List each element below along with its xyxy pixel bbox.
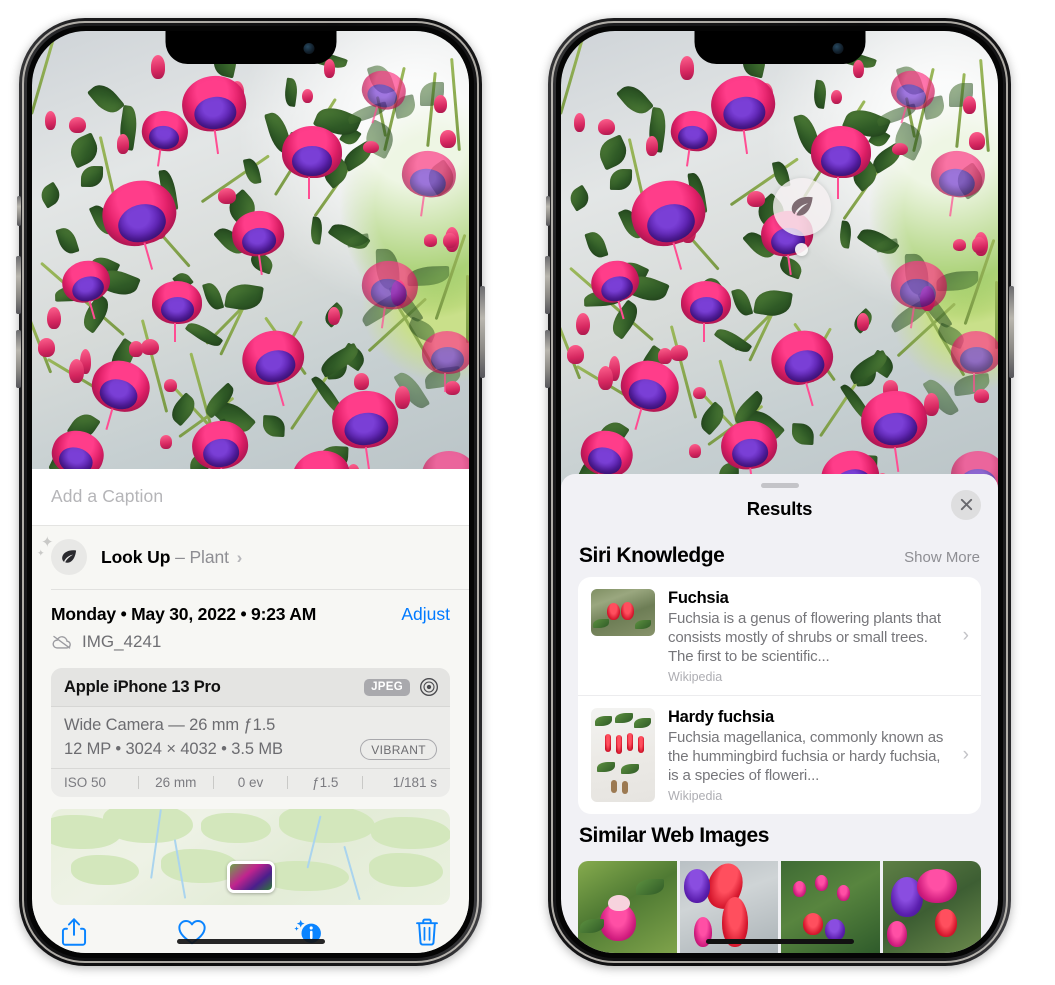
date-block: Monday • May 30, 2022 • 9:23 AM Adjust I… [32, 590, 469, 663]
visual-look-up-badge[interactable] [773, 178, 831, 236]
similar-image-thumbnail[interactable] [882, 861, 981, 953]
results-title: Results [746, 497, 813, 519]
exif-stat: 0 ev [237, 775, 264, 790]
photo-viewer-right[interactable] [561, 31, 998, 501]
close-icon [960, 499, 972, 511]
knowledge-result-row[interactable]: Fuchsia Fuchsia is a genus of flowering … [578, 577, 981, 695]
look-up-row[interactable]: ✦ ✦ Look Up – Plant › [32, 526, 469, 589]
exif-lens-line: Wide Camera — 26 mm ƒ1.5 [64, 716, 276, 734]
screen-left: Add a Caption ✦ ✦ Look Up – Plant › Mond… [32, 31, 469, 953]
results-sheet: Results Siri Knowledge Show More Fuchsia… [561, 473, 998, 953]
front-camera-icon [832, 43, 843, 54]
exif-detail-line: 12 MP • 3024 × 4032 • 3.5 MB [64, 740, 283, 758]
look-up-subject: Plant [189, 546, 229, 567]
share-button[interactable] [59, 917, 89, 947]
result-thumbnail [591, 588, 655, 636]
home-indicator-right[interactable] [705, 939, 854, 944]
result-title: Hardy fuchsia [668, 707, 774, 726]
exif-card: Apple iPhone 13 Pro JPEG Wide Camera — 2… [51, 668, 450, 797]
volume-down-button-left[interactable] [16, 330, 21, 388]
photo-date: Monday • May 30, 2022 • 9:23 AM [51, 604, 317, 624]
leaf-icon [791, 196, 813, 216]
result-description: Fuchsia magellanica, commonly known as t… [668, 728, 944, 784]
exif-stat: 1/181 s [392, 775, 437, 790]
exif-stats-row: ISO 50 26 mm 0 ev ƒ1.5 1/181 s [51, 768, 450, 797]
knowledge-result-row[interactable]: Hardy fuchsia Fuchsia magellanica, commo… [578, 694, 981, 814]
caption-input[interactable]: Add a Caption [51, 486, 450, 507]
exif-header: Apple iPhone 13 Pro JPEG [51, 668, 450, 707]
result-thumbnail [591, 707, 655, 802]
photo-filename: IMG_4241 [82, 632, 162, 651]
location-map[interactable] [51, 809, 450, 905]
trash-icon [416, 918, 438, 946]
screenshot-stage: Add a Caption ✦ ✦ Look Up – Plant › Mond… [0, 0, 1055, 985]
volume-down-button-right[interactable] [545, 330, 550, 388]
result-description: Fuchsia is a genus of flowering plants t… [668, 609, 941, 665]
result-source: Wikipedia [668, 789, 723, 803]
photo-info-sheet: Add a Caption ✦ ✦ Look Up – Plant › Mond… [32, 469, 469, 953]
iphone-device-left: Add a Caption ✦ ✦ Look Up – Plant › Mond… [16, 18, 485, 966]
format-badge: JPEG [364, 678, 410, 696]
delete-button[interactable] [412, 917, 442, 947]
close-button[interactable] [951, 489, 981, 520]
siri-knowledge-header: Siri Knowledge Show More [561, 534, 998, 577]
silent-switch-right[interactable] [546, 196, 550, 226]
leaf-icon: ✦ ✦ [37, 535, 87, 575]
chevron-right-icon: › [236, 547, 243, 567]
photographic-style-badge: VIBRANT [360, 739, 437, 760]
similar-image-thumbnail[interactable] [578, 861, 677, 953]
exif-stat: ISO 50 [64, 775, 107, 790]
similar-web-images-header: Similar Web Images [561, 814, 998, 852]
volume-up-button-left[interactable] [16, 256, 21, 314]
chevron-right-icon: › [962, 743, 969, 765]
siri-knowledge-card-list: Fuchsia Fuchsia is a genus of flowering … [578, 576, 981, 814]
home-indicator-left[interactable] [176, 939, 325, 944]
device-notch-right [694, 31, 865, 64]
sparkles-small-icon: ✦ [37, 548, 45, 558]
volume-up-button-right[interactable] [545, 256, 550, 314]
screen-right: Results Siri Knowledge Show More Fuchsia… [561, 31, 998, 953]
look-up-label: Look Up – Plant › [101, 547, 242, 568]
aperture-icon [420, 678, 438, 696]
silent-switch-left[interactable] [17, 196, 21, 226]
look-up-separator: – [175, 546, 185, 567]
caption-field-row[interactable]: Add a Caption [32, 469, 469, 526]
photo-toolbar [32, 905, 469, 953]
iphone-device-right: Results Siri Knowledge Show More Fuchsia… [545, 18, 1014, 966]
device-notch-left [165, 31, 336, 64]
front-camera-icon [303, 43, 314, 54]
results-header: Results [561, 488, 998, 534]
similar-web-images-title: Similar Web Images [579, 824, 769, 847]
exif-stat: ƒ1.5 [312, 775, 339, 790]
siri-knowledge-title: Siri Knowledge [579, 543, 725, 567]
photo-thumbnail-pin[interactable] [226, 861, 275, 893]
visual-look-up-anchor-dot [795, 243, 808, 256]
look-up-title: Look Up [101, 546, 171, 567]
exif-device-name: Apple iPhone 13 Pro [64, 677, 221, 696]
adjust-button[interactable]: Adjust [401, 604, 450, 625]
photo-viewer-left[interactable] [32, 31, 469, 491]
show-more-button[interactable]: Show More [904, 549, 980, 566]
power-button-right[interactable] [1009, 286, 1014, 378]
result-title: Fuchsia [668, 588, 729, 607]
power-button-left[interactable] [480, 286, 485, 378]
icloud-slash-icon [52, 635, 71, 649]
share-icon [61, 918, 87, 946]
exif-body: Wide Camera — 26 mm ƒ1.5 12 MP • 3024 × … [51, 707, 450, 768]
exif-stat: 26 mm [155, 775, 197, 790]
result-source: Wikipedia [668, 669, 723, 684]
chevron-right-icon: › [962, 624, 969, 646]
